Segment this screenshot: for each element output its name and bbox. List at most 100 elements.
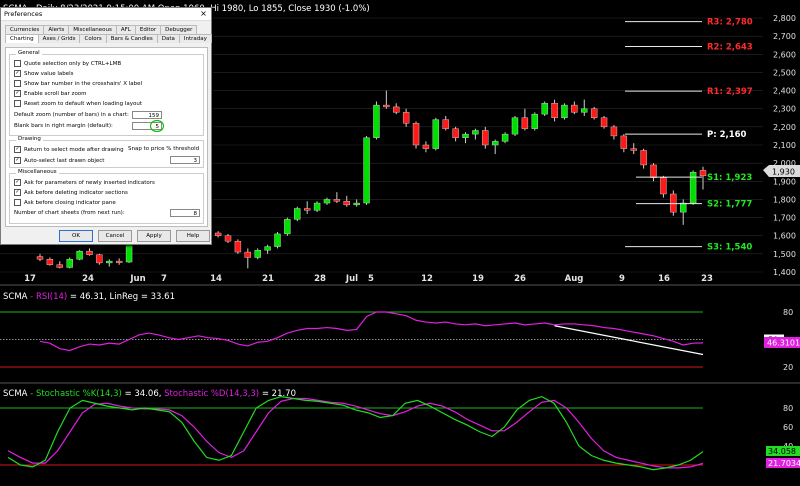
candle bbox=[670, 190, 677, 216]
opt-scroll-zoom[interactable]: ✓ Enable scroll bar zoom bbox=[14, 90, 87, 97]
checkbox[interactable]: ✓ bbox=[14, 90, 21, 97]
price-tick-label: 1,700 bbox=[773, 214, 796, 223]
misc-group: Miscellaneous ✓ Ask for parameters of new… bbox=[9, 169, 204, 224]
stochastic-header: SCMA - Stochastic %K(14,3) = 34.06, Stoc… bbox=[3, 389, 296, 399]
price-axis: 2,800 2,700 2,600 2,500 2,400 2,300 2,200 2,100… bbox=[773, 14, 796, 277]
checkbox[interactable]: ✓ bbox=[14, 146, 21, 153]
candle bbox=[294, 206, 301, 222]
down-candle-body bbox=[402, 112, 410, 124]
down-candle-body bbox=[56, 264, 63, 268]
candle bbox=[561, 103, 568, 120]
rsi-pane[interactable] bbox=[0, 288, 800, 383]
stoch-symbol: SCMA bbox=[3, 389, 28, 399]
up-candle-body bbox=[363, 137, 370, 204]
checkbox[interactable] bbox=[14, 199, 21, 206]
checkbox[interactable] bbox=[14, 60, 21, 67]
up-candle-body bbox=[561, 104, 568, 118]
up-candle-body bbox=[462, 133, 469, 138]
opt-ask-params[interactable]: ✓ Ask for parameters of newly inserted in… bbox=[14, 179, 155, 186]
help-button[interactable]: Help bbox=[176, 230, 210, 242]
checkbox[interactable]: ✓ bbox=[14, 189, 21, 196]
price-tick-label: 2,300 bbox=[773, 105, 796, 114]
stochastic-background bbox=[0, 385, 800, 486]
price-tick-label: 2,200 bbox=[773, 123, 796, 132]
pivot-label: S1: 1,923 bbox=[707, 173, 752, 183]
tab-charting[interactable]: Charting bbox=[5, 34, 39, 43]
opt-reset-zoom[interactable]: Reset zoom to default when loading layou… bbox=[14, 100, 142, 107]
margin-label: Blank bars in right margin (default): bbox=[14, 123, 113, 129]
general-title: General bbox=[16, 50, 42, 56]
down-candle-body bbox=[551, 103, 558, 118]
down-candle-body bbox=[699, 170, 707, 177]
up-candle-body bbox=[294, 208, 301, 220]
checkbox[interactable]: ✓ bbox=[14, 70, 21, 77]
rsi-value-tag: 46.3101 bbox=[764, 337, 800, 348]
date-tick-label: 24 bbox=[82, 274, 94, 284]
rsi-values: = 46.31, LinReg = 33.61 bbox=[67, 292, 175, 302]
candle bbox=[531, 112, 538, 131]
candle bbox=[511, 115, 519, 136]
candle bbox=[363, 135, 370, 205]
tab-intraday[interactable]: Intraday bbox=[178, 34, 212, 43]
opt-auto-select[interactable]: ✓ Auto-select last drawn object bbox=[14, 157, 104, 164]
candle bbox=[234, 239, 242, 254]
stoch-tick-label: 60 bbox=[783, 423, 793, 432]
stoch-k-tag: 34.058 bbox=[766, 446, 800, 456]
opt-show-value-labels[interactable]: ✓ Show value labels bbox=[14, 70, 74, 77]
preferences-dialog[interactable]: Preferences × Currencies Alerts Miscella… bbox=[0, 7, 212, 245]
opt-bar-number[interactable]: Show bar number in the crosshairs' X lab… bbox=[14, 80, 142, 87]
tab-alerts[interactable]: Alerts bbox=[43, 25, 70, 34]
checkbox[interactable] bbox=[14, 100, 21, 107]
candle bbox=[412, 121, 420, 149]
snap-input[interactable]: 3 bbox=[170, 156, 200, 164]
dialog-titlebar[interactable]: Preferences × bbox=[1, 8, 211, 21]
charting-panel: General Quote selection only by CTRL+LMB… bbox=[5, 47, 208, 227]
apply-button[interactable]: Apply bbox=[137, 230, 171, 242]
down-candle-body bbox=[521, 117, 529, 129]
pivot-label: S2: 1,777 bbox=[707, 200, 752, 210]
pivot-label: R2: 2,643 bbox=[707, 42, 753, 52]
checkbox[interactable] bbox=[14, 80, 21, 87]
cancel-button[interactable]: Cancel bbox=[98, 230, 132, 242]
tab-data[interactable]: Data bbox=[156, 34, 180, 43]
tab-miscellaneous[interactable]: Miscellaneous bbox=[68, 25, 117, 34]
down-candle-body bbox=[86, 250, 93, 255]
general-group: General Quote selection only by CTRL+LMB… bbox=[9, 50, 204, 136]
tab-debugger[interactable]: Debugger bbox=[160, 25, 198, 34]
opt-ask-close[interactable]: Ask before closing indicator pane bbox=[14, 199, 116, 206]
down-candle-body bbox=[452, 128, 459, 138]
tab-axes-grids[interactable]: Axes / Grids bbox=[37, 34, 81, 43]
date-tick-label: Jul bbox=[345, 274, 358, 284]
down-candle-body bbox=[482, 130, 489, 146]
last-price-tag: 1,930 bbox=[763, 165, 800, 177]
down-candle-body bbox=[442, 119, 449, 129]
date-tick-label: 5 bbox=[368, 274, 374, 284]
checkbox[interactable]: ✓ bbox=[14, 179, 21, 186]
candle bbox=[501, 132, 509, 144]
opt-return-select[interactable]: ✓ Return to select mode after drawing bbox=[14, 146, 124, 153]
stochastic-pane[interactable] bbox=[0, 385, 800, 486]
down-candle-body bbox=[234, 240, 242, 253]
tab-colors[interactable]: Colors bbox=[79, 34, 107, 43]
date-tick-label: 21 bbox=[262, 274, 274, 284]
down-candle-body bbox=[224, 235, 232, 242]
checkbox[interactable]: ✓ bbox=[14, 157, 21, 164]
price-tick-label: 1,500 bbox=[773, 250, 796, 259]
opt-quote-selection[interactable]: Quote selection only by CTRL+LMB bbox=[14, 60, 121, 67]
zoom-input[interactable]: 159 bbox=[132, 111, 162, 119]
zoom-label: Default zoom (number of bars) in a chart… bbox=[14, 112, 129, 118]
tab-afl[interactable]: AFL bbox=[115, 25, 136, 34]
up-candle-body bbox=[373, 104, 380, 138]
tab-bars-candles[interactable]: Bars & Candles bbox=[105, 34, 158, 43]
ok-button[interactable]: OK bbox=[59, 230, 93, 242]
down-candle-body bbox=[383, 104, 390, 108]
price-tick-label: 2,400 bbox=[773, 87, 796, 96]
sheets-input[interactable]: 8 bbox=[170, 209, 200, 217]
rsi-header: SCMA - RSI(14) = 46.31, LinReg = 33.61 bbox=[3, 292, 175, 302]
opt-ask-delete[interactable]: ✓ Ask before deleting indicator sections bbox=[14, 189, 128, 196]
tab-currencies[interactable]: Currencies bbox=[5, 25, 45, 34]
close-icon[interactable]: × bbox=[199, 9, 208, 18]
up-candle-body bbox=[541, 103, 548, 115]
tab-editor[interactable]: Editor bbox=[134, 25, 162, 34]
up-candle-body bbox=[432, 119, 440, 149]
